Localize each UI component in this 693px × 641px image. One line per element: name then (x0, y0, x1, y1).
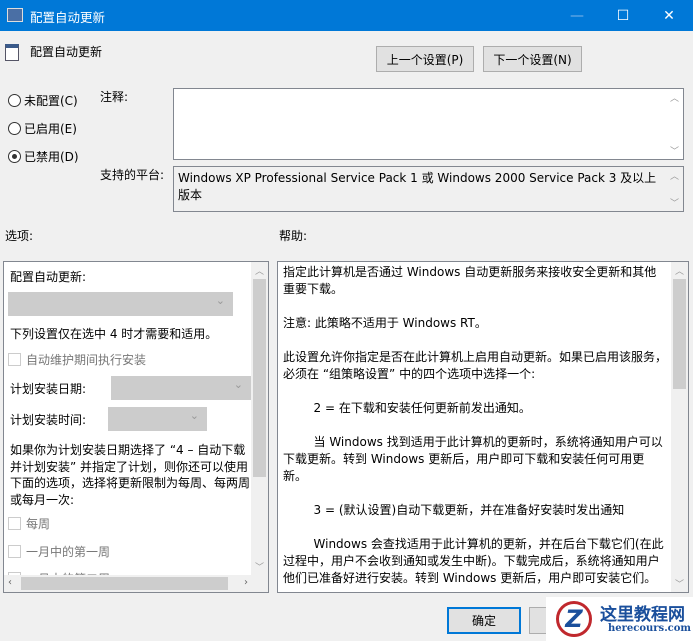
app-icon (7, 8, 23, 22)
help-vscrollbar[interactable]: ︿ ﹀ (671, 262, 688, 592)
help-paragraph: 2 = 在下载和安装任何更新前发出通知。 (283, 401, 531, 415)
radio-label: 已启用(E) (24, 122, 77, 136)
policy-title: 配置自动更新 (30, 45, 103, 59)
install-day-select[interactable] (111, 376, 251, 400)
platform-text: Windows XP Professional Service Pack 1 或… (178, 171, 657, 202)
maintenance-checkbox[interactable]: 自动维护期间执行安装 (8, 351, 146, 368)
time-label: 计划安装时间: (10, 413, 87, 427)
help-label: 帮助: (279, 229, 308, 243)
radio-label: 已禁用(D) (24, 150, 79, 164)
window-title: 配置自动更新 (30, 10, 106, 25)
watermark-url: herecours.com (608, 623, 692, 634)
options-vscrollbar[interactable]: ︿ ﹀ (251, 262, 268, 575)
maximize-button[interactable]: ☐ (600, 0, 646, 31)
config-label: 配置自动更新: (10, 270, 87, 284)
title-bar: 配置自动更新 — ☐ ✕ (0, 0, 693, 31)
radio-not-configured[interactable]: 未配置(C) (8, 92, 78, 109)
note-text: 下列设置仅在选中 4 时才需要和适用。 (10, 327, 218, 341)
policy-icon (5, 44, 19, 61)
config-select[interactable] (8, 292, 233, 316)
prev-setting-button[interactable]: 上一个设置(P) (376, 46, 474, 72)
schedule-desc: 如果你为计划安装日期选择了 “4 – 自动下载并计划安装” 并指定了计划，则你还… (10, 443, 251, 507)
radio-label: 未配置(C) (24, 94, 78, 108)
checkbox-label: 一月中的第一周 (26, 545, 111, 559)
help-paragraph: 指定此计算机是否通过 Windows 自动更新服务来接收安全更新和其他重要下载。 (283, 265, 657, 296)
platform-field: Windows XP Professional Service Pack 1 或… (173, 166, 684, 212)
watermark: Z 这里教程网 herecours.com (546, 597, 693, 641)
install-time-select[interactable] (108, 407, 207, 431)
help-paragraph: Windows 会查找适用于此计算机的更新，并在后台下载它们(在此过程中，用户不… (283, 537, 664, 585)
help-panel: 指定此计算机是否通过 Windows 自动更新服务来接收安全更新和其他重要下载。… (277, 261, 689, 593)
options-panel: 配置自动更新: 下列设置仅在选中 4 时才需要和适用。 自动维护期间执行安装 计… (3, 261, 269, 593)
radio-enabled[interactable]: 已启用(E) (8, 120, 77, 137)
checkbox-label: 自动维护期间执行安装 (26, 353, 147, 367)
comment-textarea[interactable]: ︿ ﹀ (173, 88, 684, 160)
options-label: 选项: (5, 229, 34, 243)
comment-label: 注释: (100, 90, 129, 104)
close-button[interactable]: ✕ (646, 0, 692, 31)
help-paragraph: 当 Windows 找到适用于此计算机的更新时，系统将通知用户可以下载更新。转到… (283, 435, 663, 483)
checkbox-label: 每周 (26, 517, 51, 531)
platform-label: 支持的平台: (100, 168, 165, 182)
help-paragraph: 注意: 此策略不适用于 Windows RT。 (283, 316, 487, 330)
help-paragraph: 此设置允许你指定是否在此计算机上启用自动更新。如果已启用该服务，必须在 “组策略… (283, 350, 668, 381)
ok-button[interactable]: 确定 (447, 607, 521, 634)
first-week-checkbox[interactable]: 一月中的第一周 (8, 543, 110, 560)
next-setting-button[interactable]: 下一个设置(N) (483, 46, 582, 72)
minimize-button[interactable]: — (554, 0, 600, 31)
watermark-logo-icon: Z (556, 601, 592, 637)
weekly-checkbox[interactable]: 每周 (8, 515, 50, 532)
options-hscrollbar[interactable]: ‹ › (4, 575, 268, 592)
watermark-name: 这里教程网 (600, 605, 685, 625)
help-paragraph: 3 = (默认设置)自动下载更新，并在准备好安装时发出通知 (283, 503, 625, 517)
radio-disabled[interactable]: 已禁用(D) (8, 148, 79, 165)
day-label: 计划安装日期: (10, 382, 87, 396)
